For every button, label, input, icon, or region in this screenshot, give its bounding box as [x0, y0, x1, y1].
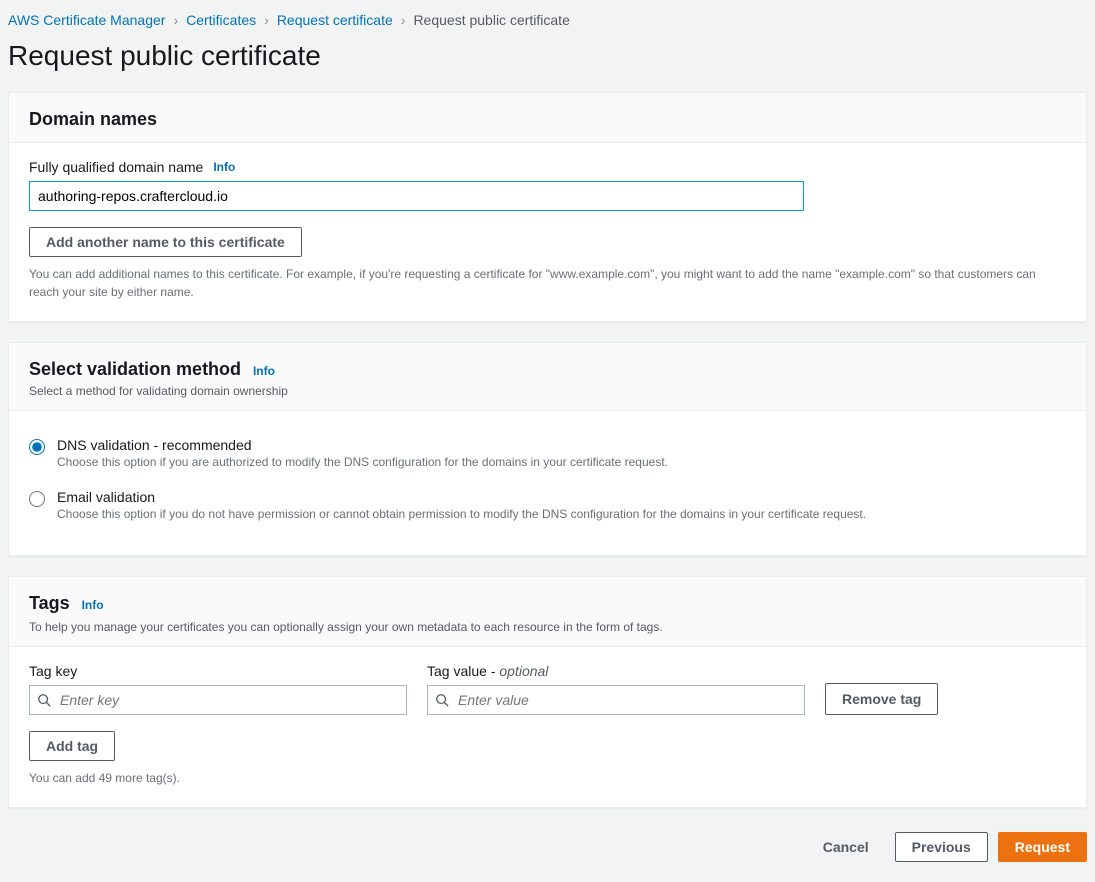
tags-panel: Tags Info To help you manage your certif…	[8, 576, 1087, 808]
fqdn-label: Fully qualified domain name	[29, 159, 203, 175]
radio-dns-validation[interactable]: DNS validation - recommended Choose this…	[29, 431, 1066, 483]
tag-value-input[interactable]	[427, 685, 805, 715]
chevron-right-icon: ›	[264, 12, 269, 28]
add-tag-button[interactable]: Add tag	[29, 731, 115, 761]
domain-names-panel: Domain names Fully qualified domain name…	[8, 92, 1087, 322]
radio-dns-input[interactable]	[29, 439, 45, 455]
tag-key-input[interactable]	[29, 685, 407, 715]
radio-email-input[interactable]	[29, 491, 45, 507]
add-another-name-button[interactable]: Add another name to this certificate	[29, 227, 302, 257]
validation-subtext: Select a method for validating domain ow…	[29, 384, 1066, 398]
breadcrumb-acm[interactable]: AWS Certificate Manager	[8, 12, 165, 28]
tags-title: Tags	[29, 593, 70, 613]
cancel-button[interactable]: Cancel	[807, 832, 885, 862]
request-button[interactable]: Request	[998, 832, 1087, 862]
remove-tag-button[interactable]: Remove tag	[825, 683, 938, 715]
footer-actions: Cancel Previous Request	[8, 828, 1087, 874]
tag-value-label: Tag value - optional	[427, 663, 805, 679]
info-link-validation[interactable]: Info	[253, 364, 275, 378]
domain-name-input[interactable]	[29, 181, 804, 211]
search-icon	[37, 693, 51, 707]
page-title: Request public certificate	[8, 40, 1087, 72]
previous-button[interactable]: Previous	[895, 832, 988, 862]
info-link-tags[interactable]: Info	[82, 598, 104, 612]
radio-dns-desc: Choose this option if you are authorized…	[57, 455, 668, 469]
breadcrumb-request-cert[interactable]: Request certificate	[277, 12, 393, 28]
tags-remaining-text: You can add 49 more tag(s).	[29, 769, 1066, 787]
info-link-domain[interactable]: Info	[213, 160, 235, 174]
radio-email-validation[interactable]: Email validation Choose this option if y…	[29, 483, 1066, 535]
validation-title: Select validation method	[29, 359, 241, 379]
chevron-right-icon: ›	[401, 12, 406, 28]
validation-panel: Select validation method Info Select a m…	[8, 342, 1087, 556]
radio-dns-title: DNS validation - recommended	[57, 437, 668, 453]
radio-email-desc: Choose this option if you do not have pe…	[57, 507, 866, 521]
radio-email-title: Email validation	[57, 489, 866, 505]
breadcrumb: AWS Certificate Manager › Certificates ›…	[8, 8, 1087, 40]
chevron-right-icon: ›	[173, 12, 178, 28]
search-icon	[435, 693, 449, 707]
domain-names-title: Domain names	[29, 109, 157, 129]
tag-key-label: Tag key	[29, 663, 407, 679]
breadcrumb-current: Request public certificate	[413, 12, 569, 28]
breadcrumb-certificates[interactable]: Certificates	[186, 12, 256, 28]
tags-subtext: To help you manage your certificates you…	[29, 620, 1066, 634]
domain-helper-text: You can add additional names to this cer…	[29, 265, 1066, 301]
